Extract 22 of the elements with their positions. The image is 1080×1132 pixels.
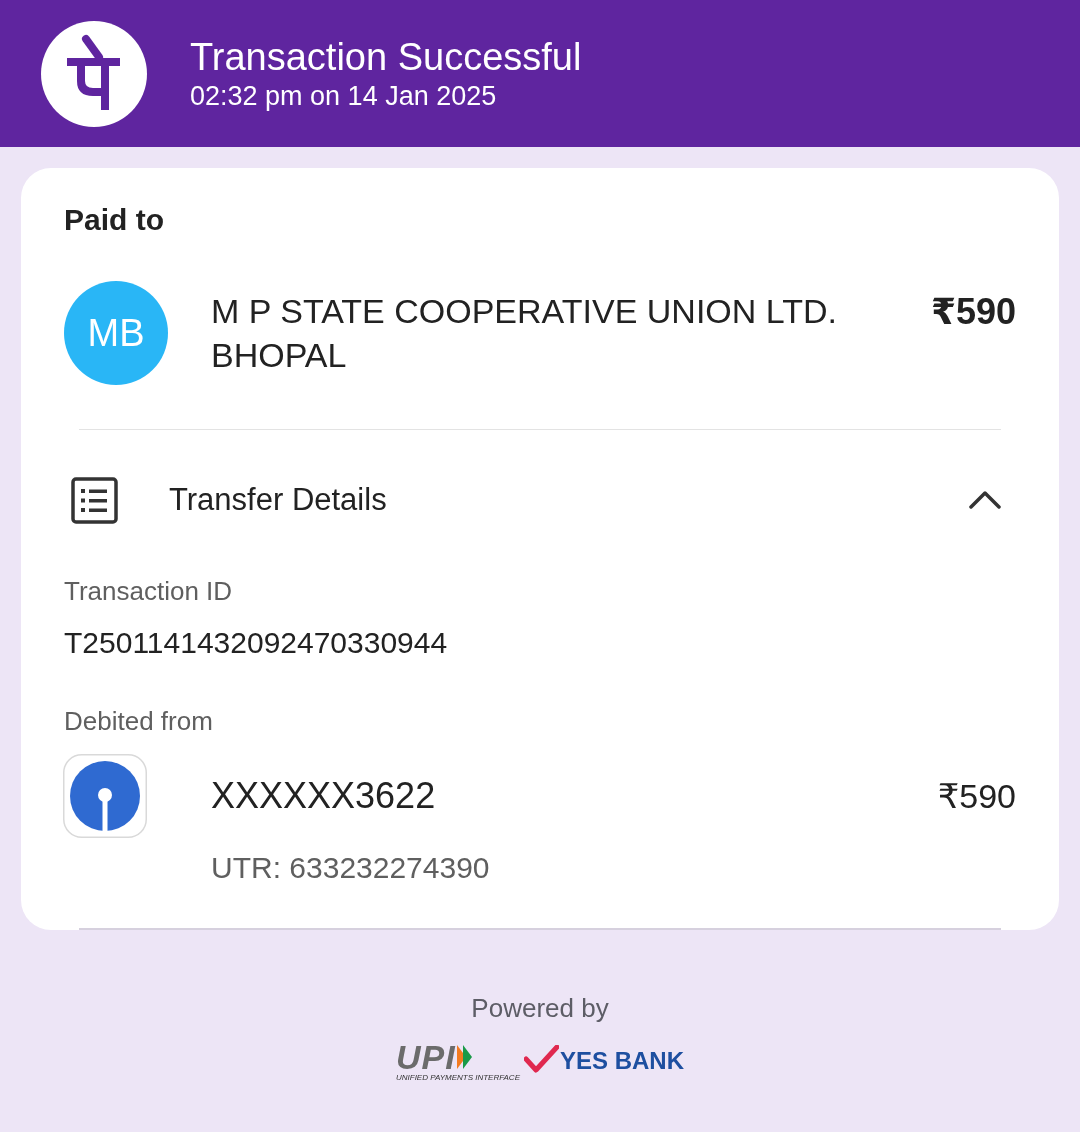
debit-amount: ₹590 (937, 776, 1016, 817)
logo-icon (41, 20, 147, 127)
timestamp: 02:32 pm on 14 Jan 2025 (190, 79, 497, 113)
list-icon (71, 476, 118, 524)
payee-amount: ₹590 (930, 290, 1016, 334)
paid-to-label: Paid to (64, 202, 164, 238)
powered-by-label: Powered by (471, 992, 609, 1024)
field-label: Transaction ID (64, 575, 233, 607)
avatar-initials: MB (64, 281, 168, 385)
field-label: Debited from (64, 705, 213, 737)
utr-number: UTR: 633232274390 (211, 850, 490, 886)
status-title: Transaction Successful (190, 34, 582, 79)
transfer-details-toggle[interactable]: Transfer Details (64, 452, 1016, 548)
field-value: T2501141432092470330944 (64, 625, 448, 661)
bank-logo-text: YES BANK (560, 1046, 684, 1075)
upi-tagline: UNIFIED PAYMENTS INTERFACE (395, 1073, 520, 1083)
bank-logo-icon (63, 754, 147, 838)
upi-logo-text: UPI (395, 1042, 456, 1072)
arrow-icon (456, 1045, 472, 1069)
check-icon (524, 1044, 559, 1073)
account-number: XXXXXX3622 (211, 774, 436, 818)
payee-name: M P STATE COOPERATIVE UNION LTD. BHOPAL (211, 291, 838, 376)
